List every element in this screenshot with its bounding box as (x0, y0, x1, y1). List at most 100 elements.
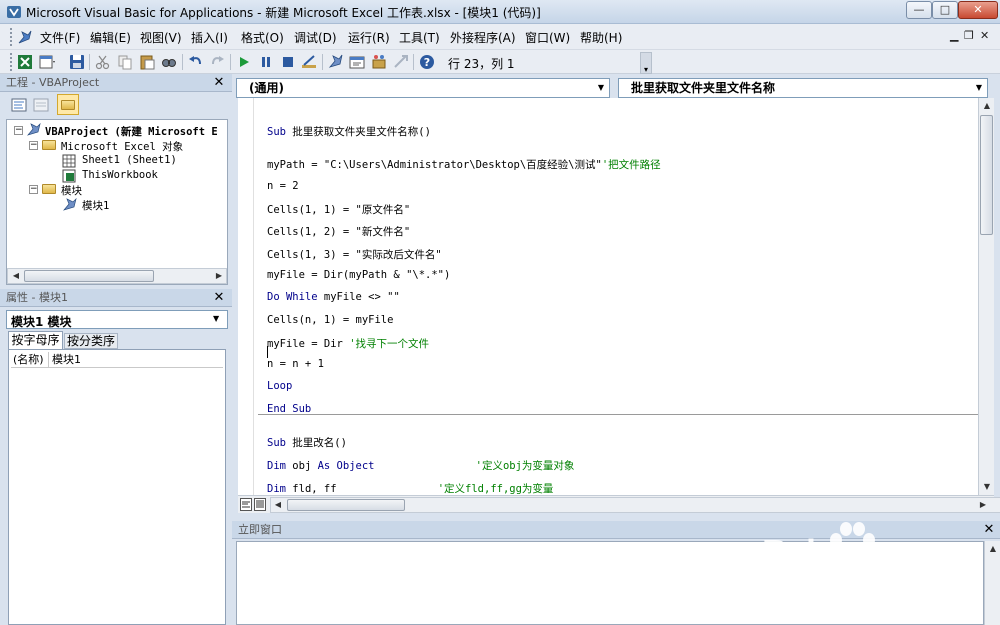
tree-node-sheet1[interactable]: Sheet1 (Sheet1) (82, 154, 177, 166)
code-line[interactable]: Do While myFile <> "" (267, 291, 400, 303)
project-tree-hscrollbar[interactable]: ◀ ▶ (7, 268, 227, 284)
scroll-right-arrow[interactable]: ▶ (976, 498, 990, 512)
excel-view-icon[interactable] (16, 53, 34, 71)
menu-debug[interactable]: 调试(D) (294, 29, 337, 46)
tree-node-excel-objects[interactable]: Microsoft Excel 对象 (61, 139, 183, 154)
object-browser-icon[interactable] (370, 53, 388, 71)
code-line[interactable]: Cells(1, 3) = "实际改后文件名" (267, 247, 442, 262)
reset-icon[interactable] (279, 53, 297, 71)
insert-userform-icon[interactable] (38, 53, 56, 71)
object-select[interactable]: 模块1 模块 ▼ (6, 310, 228, 329)
project-panel-close-button[interactable]: ✕ (212, 76, 226, 90)
save-icon[interactable] (68, 53, 86, 71)
tab-categorized[interactable]: 按分类序 (64, 333, 118, 349)
code-line[interactable]: Sub 批里改名() (267, 435, 347, 450)
copy-icon[interactable] (116, 53, 134, 71)
tree-node-thisworkbook[interactable]: ThisWorkbook (82, 169, 158, 181)
scroll-up-arrow[interactable]: ▲ (980, 99, 994, 113)
undo-icon[interactable] (187, 53, 205, 71)
tree-node-modules[interactable]: 模块 (61, 183, 82, 198)
menu-format[interactable]: 格式(O) (241, 29, 284, 46)
menu-view[interactable]: 视图(V) (140, 29, 182, 46)
vba-menu-icon[interactable] (16, 28, 34, 46)
menu-window[interactable]: 窗口(W) (525, 29, 570, 46)
scroll-thumb[interactable] (24, 270, 154, 282)
mdi-close-button[interactable]: ✕ (980, 29, 989, 42)
scroll-down-arrow[interactable]: ▼ (980, 480, 994, 494)
title-bar: Microsoft Visual Basic for Applications … (0, 0, 1000, 24)
immediate-panel-close-button[interactable]: ✕ (982, 523, 996, 537)
collapse-toggle[interactable]: − (14, 126, 23, 135)
paste-icon[interactable] (138, 53, 156, 71)
close-button[interactable]: ✕ (958, 1, 998, 19)
code-line[interactable]: Sub 批里获取文件夹里文件名称() (267, 124, 431, 139)
tree-node-module1[interactable]: 模块1 (82, 198, 109, 213)
code-keyword: Dim (267, 483, 293, 495)
object-combo[interactable]: (通用) (236, 78, 610, 98)
menu-addins[interactable]: 外接程序(A) (450, 29, 516, 46)
scroll-left-arrow[interactable]: ◀ (271, 498, 285, 512)
scroll-thumb[interactable] (287, 499, 405, 511)
maximize-button[interactable]: □ (932, 1, 958, 19)
scroll-right-arrow[interactable]: ▶ (212, 269, 226, 283)
code-line[interactable]: Dim obj As Object '定义obj为变量对象 (267, 458, 574, 473)
code-line[interactable]: Cells(1, 1) = "原文件名" (267, 202, 410, 217)
code-line[interactable]: n = n + 1 (267, 358, 324, 370)
code-text: Cells(1, 1) = "原文件名" (267, 204, 411, 216)
menu-edit[interactable]: 编辑(E) (90, 29, 131, 46)
property-name: (名称) (11, 352, 49, 367)
toolbar-options-button[interactable]: ▾ (640, 52, 652, 74)
tab-alphabetic[interactable]: 按字母序 (8, 331, 63, 349)
properties-panel-close-button[interactable]: ✕ (212, 291, 226, 305)
menu-help[interactable]: 帮助(H) (580, 29, 622, 46)
property-value[interactable]: 模块1 (52, 352, 81, 367)
view-code-icon[interactable] (10, 96, 28, 114)
code-line[interactable]: Cells(n, 1) = myFile (267, 314, 393, 326)
redo-icon[interactable] (208, 53, 226, 71)
code-line[interactable]: n = 2 (267, 180, 299, 192)
code-comment: '把文件路径 (601, 159, 661, 171)
project-explorer-icon[interactable] (327, 53, 345, 71)
view-object-icon[interactable] (32, 96, 50, 114)
mdi-restore-button[interactable]: ❐ (964, 29, 974, 42)
scroll-up-arrow[interactable]: ▲ (986, 542, 1000, 556)
code-text: Cells(n, 1) = myFile (267, 314, 394, 326)
break-icon[interactable] (257, 53, 275, 71)
procedure-view-icon[interactable] (240, 498, 252, 511)
help-icon[interactable]: ? (418, 53, 436, 71)
property-row[interactable]: (名称) 模块1 (11, 352, 223, 368)
minimize-button[interactable]: — (906, 1, 932, 19)
toolbox-icon[interactable] (392, 53, 410, 71)
collapse-toggle[interactable]: − (29, 141, 38, 150)
code-line[interactable]: myPath = "C:\Users\Administrator\Desktop… (267, 157, 661, 172)
window-title: Microsoft Visual Basic for Applications … (26, 6, 541, 20)
run-icon[interactable] (235, 53, 253, 71)
code-line[interactable]: myFile = Dir '找寻下一个文件 (267, 336, 429, 351)
code-line[interactable]: myFile = Dir(myPath & "\*.*") (267, 269, 450, 281)
scroll-left-arrow[interactable]: ◀ (9, 269, 23, 283)
menu-insert[interactable]: 插入(I) (191, 29, 228, 46)
toggle-folders-button[interactable] (57, 94, 79, 115)
code-line[interactable]: Dim fld, ff '定义fld,ff,gg为变量 (267, 481, 553, 496)
properties-window-icon[interactable] (348, 53, 366, 71)
mdi-minimize-button[interactable]: ▁ (950, 29, 958, 42)
code-vscrollbar[interactable]: ▲ ▼ (978, 98, 994, 495)
immediate-vscrollbar[interactable]: ▲ (984, 541, 1000, 625)
scroll-thumb[interactable] (980, 115, 993, 235)
menu-file[interactable]: 文件(F) (40, 29, 80, 46)
menu-run[interactable]: 运行(R) (348, 29, 390, 46)
margin-indicator-bar[interactable] (238, 98, 254, 495)
chevron-down-icon: ▼ (975, 83, 983, 92)
tree-node-vbaproject[interactable]: VBAProject (新建 Microsoft E (45, 124, 218, 139)
design-mode-icon[interactable] (300, 53, 318, 71)
code-hscrollbar[interactable]: ◀ ▶ (270, 497, 1000, 513)
collapse-toggle[interactable]: − (29, 185, 38, 194)
find-icon[interactable] (160, 53, 178, 71)
code-text: 批里改名() (292, 437, 347, 449)
menu-tools[interactable]: 工具(T) (399, 29, 440, 46)
procedure-combo[interactable]: 批里获取文件夹里文件名称 (618, 78, 988, 98)
cut-icon[interactable] (94, 53, 112, 71)
full-module-view-icon[interactable] (254, 498, 266, 511)
code-line[interactable]: Cells(1, 2) = "新文件名" (267, 224, 410, 239)
code-line[interactable]: Loop (267, 380, 292, 392)
